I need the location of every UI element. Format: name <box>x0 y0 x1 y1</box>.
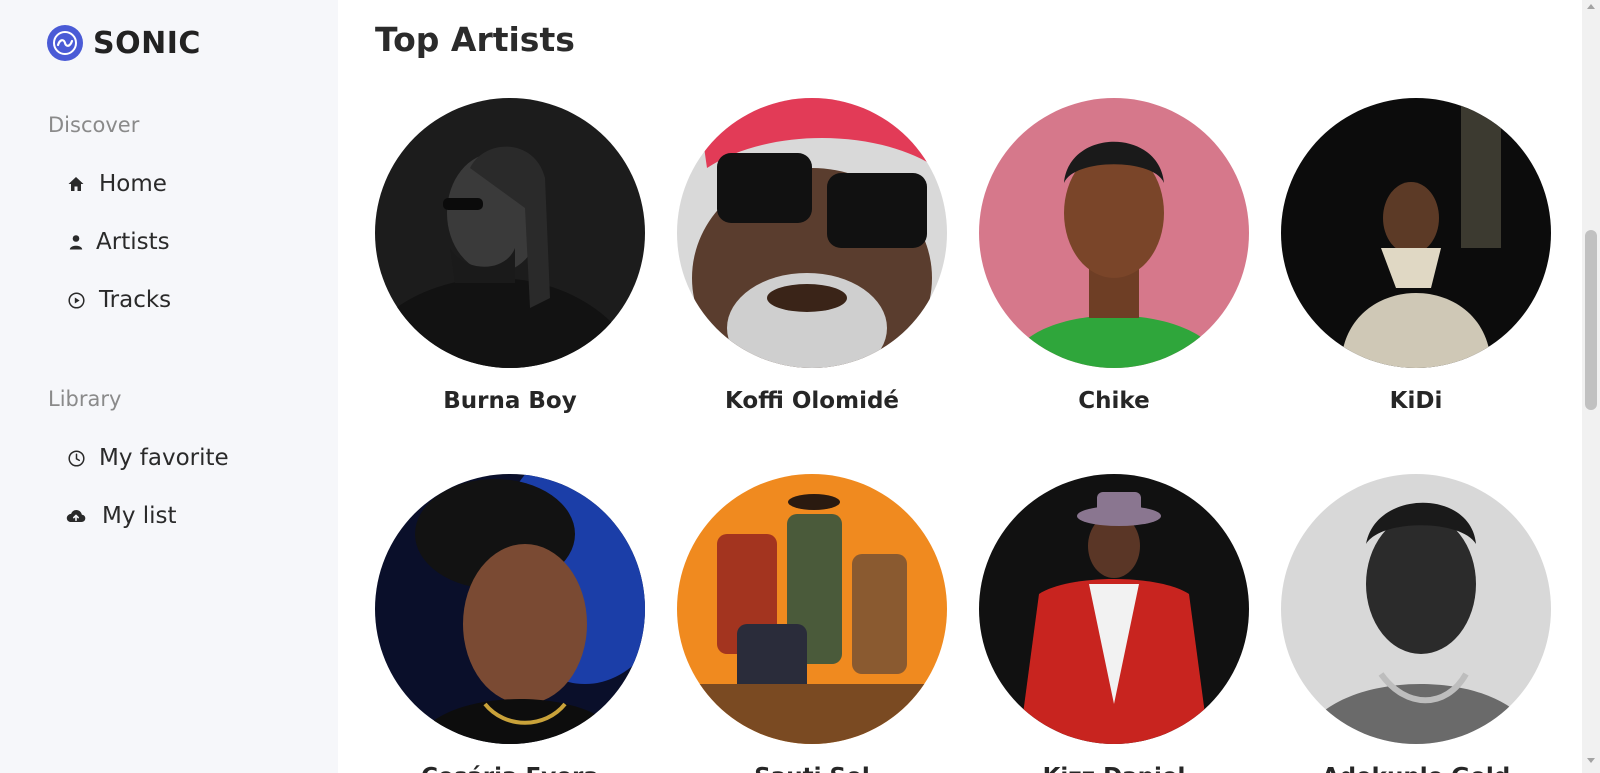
home-icon <box>66 174 86 194</box>
artist-name: Kizz Daniel <box>979 764 1249 773</box>
app-logo[interactable]: SONIC <box>47 25 201 61</box>
sidebar-item-label: Artists <box>96 229 170 255</box>
artist-avatar <box>979 474 1249 744</box>
artist-card-chike[interactable]: Chike <box>979 98 1249 414</box>
artist-avatar <box>375 98 645 368</box>
scroll-up-arrow-icon[interactable] <box>1587 4 1595 9</box>
artist-card-cesaria-evora[interactable]: Cesária Evora <box>375 474 645 773</box>
artist-avatar <box>677 98 947 368</box>
sonic-swirl-icon <box>47 25 83 61</box>
scrollbar-thumb[interactable] <box>1585 230 1597 410</box>
artist-avatar <box>677 474 947 744</box>
section-title-discover: Discover <box>48 113 140 137</box>
sidebar: SONIC Discover Home Artists Tracks Libra… <box>0 0 338 773</box>
artist-card-sauti-sol[interactable]: Sauti Sol <box>677 474 947 773</box>
sidebar-item-label: My list <box>102 503 177 529</box>
scroll-down-arrow-icon[interactable] <box>1587 758 1595 763</box>
artist-card-kidi[interactable]: KiDi <box>1281 98 1551 414</box>
artist-avatar <box>979 98 1249 368</box>
artist-name: Burna Boy <box>443 388 577 414</box>
sidebar-item-label: Tracks <box>99 287 172 313</box>
clock-icon <box>66 448 86 468</box>
artist-card-adekunle-gold[interactable]: Adekunle Gold <box>1281 474 1551 773</box>
page-title: Top Artists <box>375 20 575 59</box>
sidebar-item-home[interactable]: Home <box>66 171 167 197</box>
artist-card-kizz-daniel[interactable]: Kizz Daniel <box>979 474 1249 773</box>
section-title-library: Library <box>48 387 122 411</box>
sidebar-item-tracks[interactable]: Tracks <box>66 287 171 313</box>
sidebar-item-label: Home <box>99 171 167 197</box>
sidebar-item-label: My favorite <box>99 445 229 471</box>
sidebar-item-artists[interactable]: Artists <box>66 229 170 255</box>
artist-avatar <box>375 474 645 744</box>
artist-avatar <box>1281 474 1551 744</box>
artist-name: Cesária Evora <box>375 764 645 773</box>
artist-name: Chike <box>1078 388 1150 414</box>
main-content: Top Artists Burna Boy Koffi Olomidé Chik… <box>338 0 1582 773</box>
person-icon <box>66 232 86 252</box>
cloud-upload-icon <box>66 506 86 526</box>
artist-name: Adekunle Gold <box>1281 764 1551 773</box>
play-circle-icon <box>66 290 86 310</box>
sidebar-item-my-list[interactable]: My list <box>66 503 177 529</box>
artist-name: Koffi Olomidé <box>724 388 900 414</box>
artist-avatar <box>1281 98 1551 368</box>
page-scrollbar[interactable] <box>1582 0 1600 773</box>
sidebar-item-my-favorite[interactable]: My favorite <box>66 445 229 471</box>
artist-card-burna-boy[interactable]: Burna Boy <box>375 98 645 414</box>
app-brand-name: SONIC <box>93 25 201 61</box>
artist-name: KiDi <box>1389 388 1443 414</box>
artist-card-koffi-olomide[interactable]: Koffi Olomidé <box>677 98 947 414</box>
artist-name: Sauti Sol <box>677 764 947 773</box>
